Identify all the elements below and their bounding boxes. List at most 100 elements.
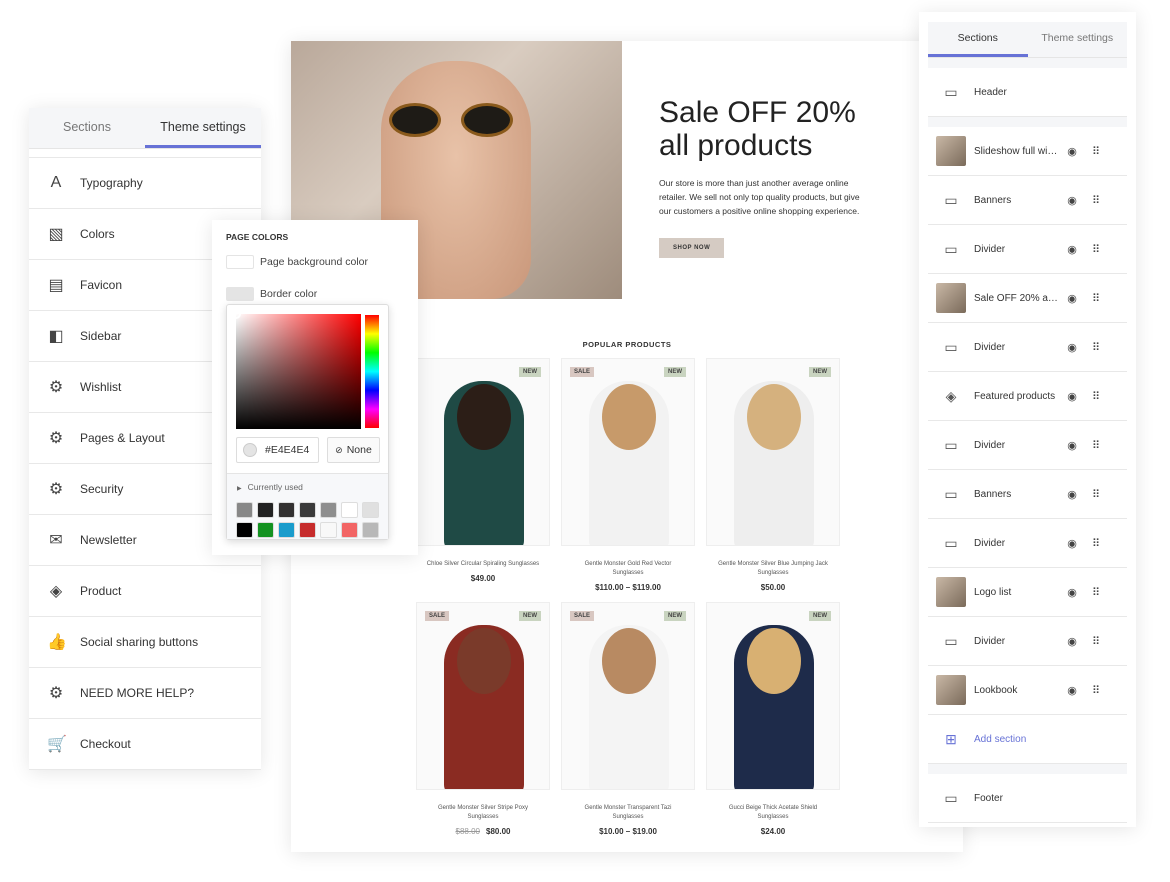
drag-handle-icon[interactable]: ⠿ xyxy=(1084,439,1108,452)
color-swatch[interactable] xyxy=(236,502,253,518)
drag-handle-icon[interactable]: ⠿ xyxy=(1084,537,1108,550)
currently-used-toggle[interactable]: ▶ Currently used xyxy=(237,482,303,492)
eye-icon[interactable]: ◉ xyxy=(1060,635,1084,648)
border-color-row[interactable]: Border color xyxy=(226,287,317,301)
section-item[interactable]: Slideshow full width ◉ ⠿ xyxy=(928,127,1127,176)
drag-handle-icon[interactable]: ⠿ xyxy=(1084,341,1108,354)
settings-item[interactable]: 🛒 Checkout xyxy=(29,719,261,770)
tab-theme-settings[interactable]: Theme settings xyxy=(1028,22,1128,57)
color-swatch[interactable] xyxy=(278,522,295,538)
eye-icon[interactable]: ◉ xyxy=(1060,243,1084,256)
drag-handle-icon[interactable]: ⠿ xyxy=(1084,635,1108,648)
product-name[interactable]: Gentle Monster Silver Blue Jumping Jack … xyxy=(706,560,840,578)
color-swatch[interactable] xyxy=(299,522,316,538)
color-swatch[interactable] xyxy=(236,522,253,538)
settings-item[interactable]: ⚙ NEED MORE HELP? xyxy=(29,668,261,719)
eye-icon[interactable]: ◉ xyxy=(1060,439,1084,452)
page-background-color-row[interactable]: Page background color xyxy=(226,255,368,269)
product-card[interactable]: SALE NEW Gentle Monster Silver Stripe Poxy… xyxy=(416,602,550,836)
section-label: Lookbook xyxy=(974,684,1018,696)
hex-input[interactable]: #E4E4E4 xyxy=(236,437,319,463)
color-swatch[interactable] xyxy=(299,502,316,518)
product-name[interactable]: Gentle Monster Transparent Tazi Sunglass… xyxy=(561,804,695,822)
eye-icon[interactable]: ◉ xyxy=(1060,537,1084,550)
color-swatch[interactable] xyxy=(320,522,337,538)
add-section-label: Add section xyxy=(974,733,1027,745)
section-header[interactable]: ▭ Header xyxy=(928,68,1127,117)
section-item[interactable]: ▭ Divider ◉ ⠿ xyxy=(928,225,1127,274)
tag-icon: ◈ xyxy=(945,387,957,404)
product-image[interactable]: NEW xyxy=(706,602,840,790)
tab-sections[interactable]: Sections xyxy=(928,22,1028,57)
product-name[interactable]: Gentle Monster Gold Red Vector Sunglasse… xyxy=(561,560,695,578)
color-swatch[interactable] xyxy=(257,522,274,538)
no-color-icon: ⊘ xyxy=(335,444,343,455)
color-swatch[interactable] xyxy=(341,522,358,538)
saturation-area[interactable] xyxy=(231,309,361,429)
color-swatch[interactable] xyxy=(362,522,379,538)
product-price: $10.00 – $19.00 xyxy=(561,827,695,836)
color-swatch[interactable] xyxy=(320,502,337,518)
drag-handle-icon[interactable]: ⠿ xyxy=(1084,390,1108,403)
product-image[interactable]: NEW xyxy=(706,358,840,546)
color-swatch[interactable] xyxy=(341,502,358,518)
section-item[interactable]: ▭ Divider ◉ ⠿ xyxy=(928,421,1127,470)
tab-theme-settings[interactable]: Theme settings xyxy=(145,108,261,148)
product-name[interactable]: Gentle Monster Silver Stripe Poxy Sungla… xyxy=(416,804,550,822)
color-swatch[interactable] xyxy=(226,287,254,301)
color-swatch[interactable] xyxy=(278,502,295,518)
color-swatch[interactable] xyxy=(257,502,274,518)
product-card[interactable]: SALE NEW Gentle Monster Gold Red Vector Su… xyxy=(561,358,695,592)
product-name[interactable]: Gucci Beige Thick Acetate Shield Sunglas… xyxy=(706,804,840,822)
eye-icon[interactable]: ◉ xyxy=(1060,194,1084,207)
drag-handle-icon[interactable]: ⠿ xyxy=(1084,243,1108,256)
section-item[interactable]: Sale OFF 20% all products◉⠿ xyxy=(928,274,1127,323)
product-image[interactable]: SALE NEW xyxy=(416,602,550,790)
product-name[interactable]: Chloe Silver Circular Spiraling Sunglass… xyxy=(416,560,550,569)
section-item[interactable]: ▭ Banners ◉ ⠿ xyxy=(928,470,1127,519)
section-item[interactable]: ▭ Banners ◉ ⠿ xyxy=(928,176,1127,225)
section-item[interactable]: ▭ Divider ◉ ⠿ xyxy=(928,323,1127,372)
tab-sections[interactable]: Sections xyxy=(29,108,145,148)
product-card[interactable]: NEW Chloe Silver Circular Spiraling Sungl… xyxy=(416,358,550,583)
settings-item[interactable]: A Typography xyxy=(29,158,261,209)
eye-icon[interactable]: ◉ xyxy=(1060,586,1084,599)
product-card[interactable]: SALE NEW Gentle Monster Transparent Tazi S… xyxy=(561,602,695,836)
settings-item[interactable]: 👍 Social sharing buttons xyxy=(29,617,261,668)
eye-icon[interactable]: ◉ xyxy=(1060,292,1084,305)
settings-item[interactable]: ◈ Product xyxy=(29,566,261,617)
product-image[interactable]: SALE NEW xyxy=(561,602,695,790)
drag-handle-icon[interactable]: ⠿ xyxy=(1084,586,1108,599)
product-image[interactable]: NEW xyxy=(416,358,550,546)
section-item[interactable]: ▭ Divider ◉ ⠿ xyxy=(928,519,1127,568)
section-item[interactable]: ◈ Featured products ◉ ⠿ xyxy=(928,372,1127,421)
add-icon: ⊞ xyxy=(945,730,957,747)
eye-icon[interactable]: ◉ xyxy=(1060,145,1084,158)
shop-now-button[interactable]: SHOP NOW xyxy=(659,238,725,258)
section-thumbnail xyxy=(936,675,966,705)
product-card[interactable]: NEW Gucci Beige Thick Acetate Shield Sung… xyxy=(706,602,840,836)
eye-icon[interactable]: ◉ xyxy=(1060,684,1084,697)
section-item[interactable]: ▭ Divider ◉ ⠿ xyxy=(928,617,1127,666)
add-section-button[interactable]: ⊞ Add section xyxy=(928,715,1127,764)
section-footer[interactable]: ▭ Footer xyxy=(928,774,1127,823)
divider-icon: ▭ xyxy=(944,632,958,649)
drag-handle-icon[interactable]: ⠿ xyxy=(1084,145,1108,158)
eye-icon[interactable]: ◉ xyxy=(1060,390,1084,403)
drag-handle-icon[interactable]: ⠿ xyxy=(1084,488,1108,501)
section-item[interactable]: Logo list ◉ ⠿ xyxy=(928,568,1127,617)
section-item[interactable]: Lookbook ◉ ⠿ xyxy=(928,666,1127,715)
eye-icon[interactable]: ◉ xyxy=(1060,488,1084,501)
eye-icon[interactable]: ◉ xyxy=(1060,341,1084,354)
header-icon: ▭ xyxy=(944,83,958,100)
drag-handle-icon[interactable]: ⠿ xyxy=(1084,292,1108,305)
color-swatch[interactable] xyxy=(362,502,379,518)
product-card[interactable]: NEW Gentle Monster Silver Blue Jumping Ja… xyxy=(706,358,840,592)
drag-handle-icon[interactable]: ⠿ xyxy=(1084,194,1108,207)
color-swatch[interactable] xyxy=(226,255,254,269)
none-button[interactable]: ⊘ None xyxy=(327,437,380,463)
hue-slider[interactable] xyxy=(365,315,379,428)
drag-handle-icon[interactable]: ⠿ xyxy=(1084,684,1108,697)
tag-icon: ◈ xyxy=(49,583,63,600)
product-image[interactable]: SALE NEW xyxy=(561,358,695,546)
